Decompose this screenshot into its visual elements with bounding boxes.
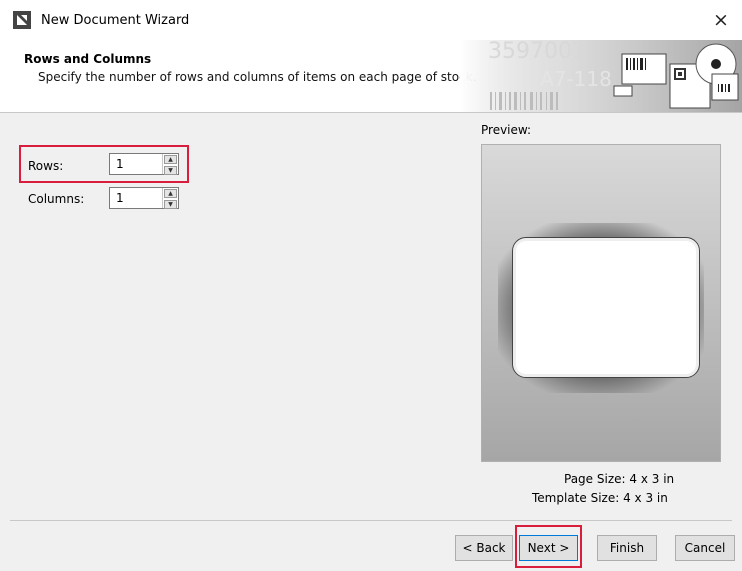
wizard-icon xyxy=(13,11,31,29)
preview-label: Preview: xyxy=(481,123,532,137)
next-button[interactable]: Next > xyxy=(519,535,578,561)
page-size-label: Page Size: xyxy=(564,472,626,486)
label-preview xyxy=(512,237,700,378)
back-button[interactable]: < Back xyxy=(455,535,513,561)
barcode-banner-image: 3597001 A7-118 xyxy=(460,40,742,112)
template-size-value: 4 x 3 in xyxy=(623,491,668,505)
window-title: New Document Wizard xyxy=(41,13,190,28)
columns-label: Columns: xyxy=(28,192,85,206)
page-size-info: Page Size: 4 x 3 in xyxy=(564,472,674,486)
close-icon[interactable]: × xyxy=(706,6,736,34)
banner-code-text: A7-118 xyxy=(540,67,612,91)
step-description: Specify the number of rows and columns o… xyxy=(38,70,477,84)
columns-spinner[interactable]: 1 ▲ ▼ xyxy=(109,187,179,209)
banner-number-text: 3597001 xyxy=(488,40,586,64)
spin-down-icon[interactable]: ▼ xyxy=(164,166,177,175)
template-size-info: Template Size: 4 x 3 in xyxy=(532,491,668,505)
rows-input[interactable]: 1 xyxy=(110,154,162,174)
finish-button[interactable]: Finish xyxy=(597,535,657,561)
spin-up-icon[interactable]: ▲ xyxy=(164,189,177,198)
spin-up-icon[interactable]: ▲ xyxy=(164,155,177,164)
title-bar: New Document Wizard × xyxy=(0,0,742,40)
wizard-header: Rows and Columns Specify the number of r… xyxy=(0,40,742,112)
footer-divider xyxy=(10,520,732,521)
wizard-window: New Document Wizard × Rows and Columns S… xyxy=(0,0,742,571)
columns-input[interactable]: 1 xyxy=(110,188,162,208)
step-title: Rows and Columns xyxy=(24,52,152,66)
template-size-label: Template Size: xyxy=(532,491,620,505)
rows-label: Rows: xyxy=(28,159,64,173)
header-divider xyxy=(0,112,742,113)
page-size-value: 4 x 3 in xyxy=(629,472,675,486)
rows-spinner[interactable]: 1 ▲ ▼ xyxy=(109,153,179,175)
spin-down-icon[interactable]: ▼ xyxy=(164,200,177,209)
preview-pane xyxy=(481,144,721,462)
cancel-button[interactable]: Cancel xyxy=(675,535,735,561)
